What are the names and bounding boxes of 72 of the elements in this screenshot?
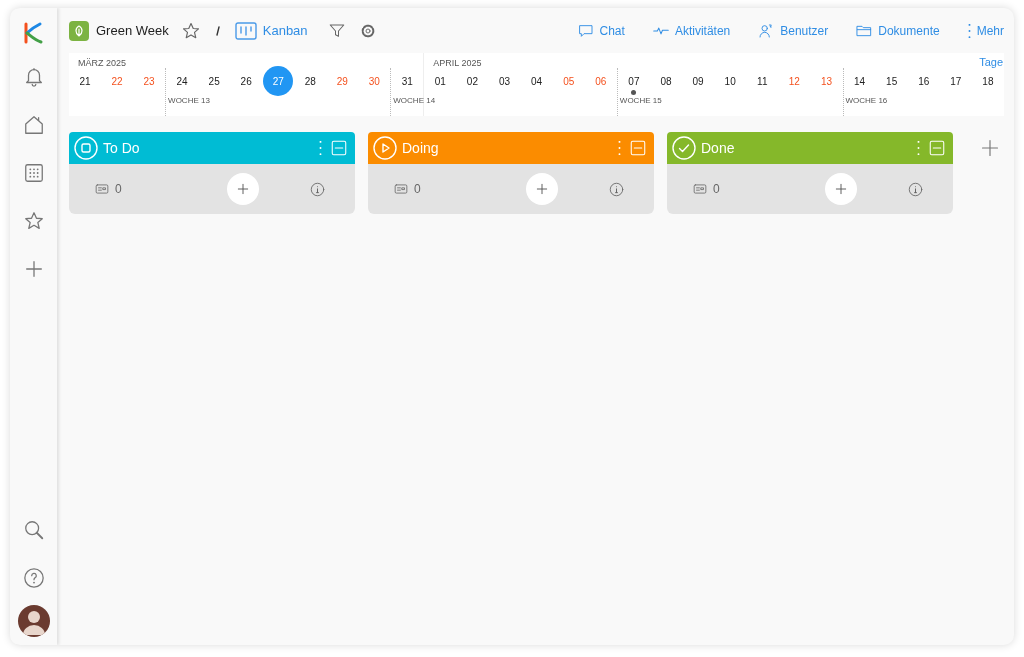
calendar-day[interactable]: 13: [811, 66, 842, 96]
calendar-day[interactable]: 17: [940, 66, 971, 96]
home-icon[interactable]: [22, 114, 45, 136]
calendar-day[interactable]: 09: [683, 66, 714, 96]
week-label: WOCHE 16: [844, 96, 888, 105]
card-count: 0: [115, 182, 122, 196]
calendar-day[interactable]: 02: [457, 66, 488, 96]
more-icon[interactable]: [618, 141, 621, 155]
star-icon[interactable]: [180, 20, 201, 41]
info-icon[interactable]: [310, 181, 325, 197]
calendar-day[interactable]: 01: [425, 66, 456, 96]
filter-icon[interactable]: [327, 21, 346, 40]
calendar-day[interactable]: 10: [715, 66, 746, 96]
project-name[interactable]: Green Week: [96, 23, 169, 38]
calendar-day[interactable]: 21: [70, 66, 100, 96]
calendar-day[interactable]: 06: [585, 66, 616, 96]
calendar-unit-link[interactable]: Tage: [979, 56, 1003, 68]
week-label: WOCHE 14: [392, 96, 436, 105]
leaf-icon: [69, 20, 89, 41]
star-icon[interactable]: [22, 210, 45, 232]
grid-icon[interactable]: [22, 162, 45, 184]
calendar-day[interactable]: 16: [908, 66, 939, 96]
week-label: WOCHE 15: [618, 96, 662, 105]
add-column-icon[interactable]: [980, 138, 1000, 158]
calendar-day[interactable]: 14: [844, 66, 875, 96]
info-icon[interactable]: [609, 181, 624, 197]
collapse-icon[interactable]: [928, 139, 946, 157]
user-avatar[interactable]: [17, 605, 50, 637]
add-card-button[interactable]: [226, 173, 259, 205]
slash-icon: [214, 25, 221, 36]
more-icon[interactable]: [917, 141, 920, 155]
users-icon: [758, 22, 775, 39]
todo-status-icon: [74, 136, 98, 160]
chat-bubble-icon: [577, 22, 594, 39]
calendar-day[interactable]: 28: [295, 66, 326, 96]
calendar-day[interactable]: 05: [553, 66, 584, 96]
calendar-day[interactable]: 12: [779, 66, 810, 96]
calendar-day[interactable]: 26: [231, 66, 262, 96]
calendar-day[interactable]: 03: [489, 66, 520, 96]
calendar-day[interactable]: 22: [102, 66, 133, 96]
more-icon: [967, 23, 971, 38]
collapse-icon[interactable]: [330, 139, 348, 157]
calendar-day[interactable]: 31: [392, 66, 423, 96]
kanban-icon: [234, 21, 257, 40]
pulse-icon: [652, 26, 669, 35]
calendar-day[interactable]: 15: [876, 66, 907, 96]
card-icon: [95, 182, 109, 196]
search-icon[interactable]: [22, 519, 45, 541]
calendar-day[interactable]: 24: [167, 66, 198, 96]
doing-status-icon: [373, 136, 397, 160]
calendar-day[interactable]: 23: [134, 66, 165, 96]
card-count: 0: [414, 182, 421, 196]
month-label: MÄRZ 2025: [78, 58, 127, 68]
add-card-button[interactable]: [824, 173, 857, 205]
info-icon[interactable]: [908, 181, 923, 197]
calendar-day[interactable]: 29: [327, 66, 358, 96]
calendar-day[interactable]: 04: [521, 66, 552, 96]
help-icon[interactable]: [22, 567, 45, 589]
more-icon[interactable]: [319, 141, 322, 155]
card-count: 0: [713, 182, 720, 196]
month-label: APRIL 2025: [433, 58, 482, 68]
calendar-day[interactable]: 30: [359, 66, 390, 96]
card-icon: [693, 182, 707, 196]
calendar-day[interactable]: 25: [199, 66, 230, 96]
done-status-icon: [672, 136, 696, 160]
week-label: WOCHE 13: [167, 96, 210, 105]
collapse-icon[interactable]: [629, 139, 647, 157]
add-card-button[interactable]: [525, 173, 558, 205]
calendar-day[interactable]: 11: [747, 66, 778, 96]
calendar-day[interactable]: 08: [651, 66, 681, 96]
card-icon: [394, 182, 408, 196]
calendar-day[interactable]: 07: [618, 66, 649, 96]
